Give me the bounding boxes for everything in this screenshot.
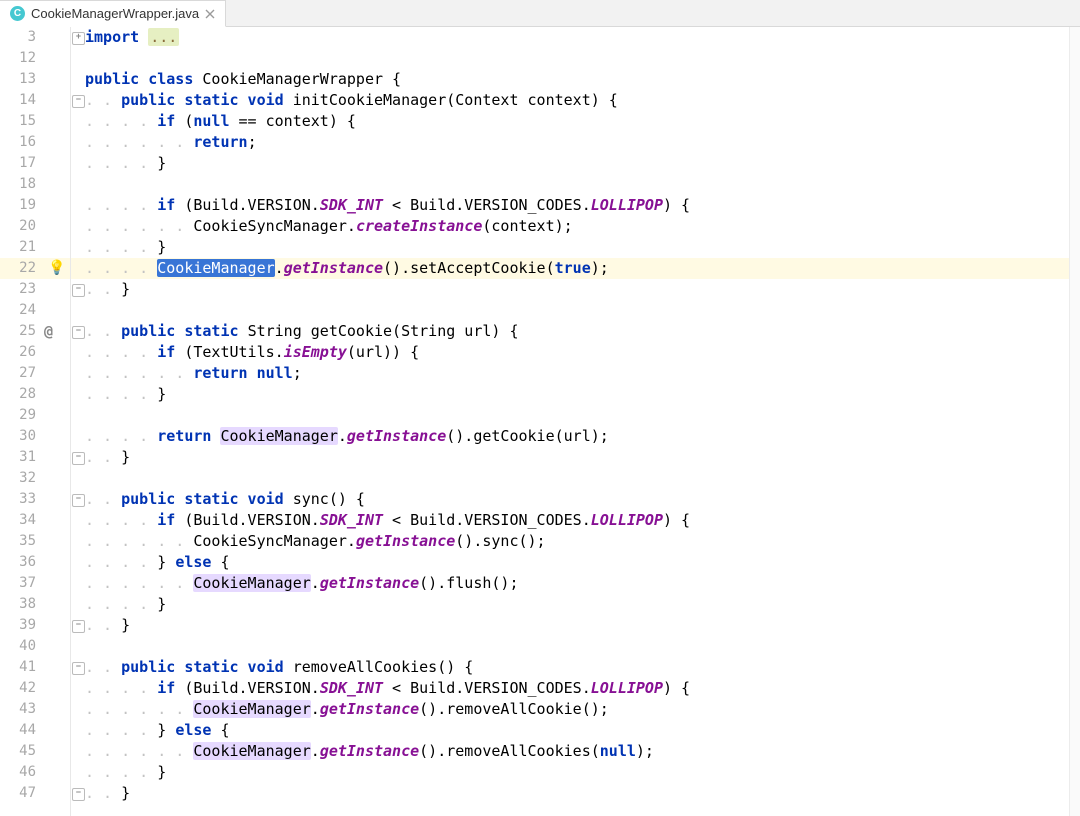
line-number[interactable]: 21 (0, 237, 42, 258)
line-number[interactable]: 12 (0, 48, 42, 69)
code-line[interactable] (85, 636, 1080, 657)
code-line[interactable]: . . . . if (null == context) { (85, 111, 1080, 132)
code-line[interactable]: . . . . if (TextUtils.isEmpty(url)) { (85, 342, 1080, 363)
code-line[interactable]: . . } (85, 279, 1080, 300)
code-line[interactable]: import ... (85, 27, 1080, 48)
code-line[interactable]: . . } (85, 615, 1080, 636)
line-number[interactable]: 17 (0, 153, 42, 174)
line-number[interactable]: 15 (0, 111, 42, 132)
code-line[interactable]: . . . . } (85, 153, 1080, 174)
line-number[interactable]: 18 (0, 174, 42, 195)
line-number[interactable]: 46 (0, 762, 42, 783)
gutter-icons: 💡@ (42, 27, 71, 816)
file-tab[interactable]: C CookieManagerWrapper.java (0, 0, 226, 27)
line-number[interactable]: 26 (0, 342, 42, 363)
line-number[interactable]: 28 (0, 384, 42, 405)
vertical-scrollbar[interactable] (1069, 27, 1080, 816)
collapse-fold-icon[interactable]: − (72, 284, 85, 297)
tab-filename: CookieManagerWrapper.java (31, 6, 199, 21)
line-number[interactable]: 35 (0, 531, 42, 552)
line-number[interactable]: 39 (0, 615, 42, 636)
code-line[interactable] (85, 48, 1080, 69)
code-line[interactable]: . . . . if (Build.VERSION.SDK_INT < Buil… (85, 195, 1080, 216)
code-line[interactable]: . . public static String getCookie(Strin… (85, 321, 1080, 342)
line-number[interactable]: 32 (0, 468, 42, 489)
code-line[interactable]: . . } (85, 447, 1080, 468)
code-area[interactable]: import ... public class CookieManagerWrap… (85, 27, 1080, 816)
collapse-fold-icon[interactable]: − (72, 620, 85, 633)
code-line[interactable]: . . . . . . CookieManager.getInstance().… (85, 741, 1080, 762)
code-line[interactable] (85, 468, 1080, 489)
line-number[interactable]: 40 (0, 636, 42, 657)
line-number[interactable]: 41 (0, 657, 42, 678)
code-line[interactable]: . . . . } (85, 762, 1080, 783)
line-number[interactable]: 42 (0, 678, 42, 699)
line-number[interactable]: 37 (0, 573, 42, 594)
collapse-fold-icon[interactable]: − (72, 95, 85, 108)
code-line[interactable]: . . } (85, 783, 1080, 804)
line-number[interactable]: 24 (0, 300, 42, 321)
code-line[interactable]: . . . . } else { (85, 552, 1080, 573)
code-line[interactable] (85, 174, 1080, 195)
code-line[interactable]: . . . . } (85, 594, 1080, 615)
code-line[interactable]: . . . . . . return; (85, 132, 1080, 153)
code-line[interactable]: . . . . if (Build.VERSION.SDK_INT < Buil… (85, 678, 1080, 699)
code-line[interactable]: . . . . . . CookieManager.getInstance().… (85, 573, 1080, 594)
close-tab-icon[interactable] (205, 9, 215, 19)
line-number[interactable]: 31 (0, 447, 42, 468)
line-number[interactable]: 27 (0, 363, 42, 384)
line-number[interactable]: 44 (0, 720, 42, 741)
collapse-fold-icon[interactable]: − (72, 494, 85, 507)
line-number-gutter[interactable]: 3121314151617181920212223242526272829303… (0, 27, 42, 816)
fold-column[interactable]: + − − − − − − − − (71, 27, 85, 816)
code-line[interactable]: . . . . } (85, 384, 1080, 405)
line-number[interactable]: 36 (0, 552, 42, 573)
line-number[interactable]: 30 (0, 426, 42, 447)
collapse-fold-icon[interactable]: − (72, 326, 85, 339)
collapse-fold-icon[interactable]: − (72, 788, 85, 801)
line-number[interactable]: 20 (0, 216, 42, 237)
code-line[interactable]: . . public static void removeAllCookies(… (85, 657, 1080, 678)
code-line[interactable]: . . public static void initCookieManager… (85, 90, 1080, 111)
code-line[interactable] (85, 300, 1080, 321)
collapse-fold-icon[interactable]: − (72, 452, 85, 465)
code-line[interactable]: . . . . CookieManager.getInstance().setA… (85, 258, 1080, 279)
line-number[interactable]: 23 (0, 279, 42, 300)
line-number[interactable]: 14 (0, 90, 42, 111)
line-number[interactable]: 13 (0, 69, 42, 90)
code-line[interactable]: . . . . } else { (85, 720, 1080, 741)
line-number[interactable]: 38 (0, 594, 42, 615)
code-line[interactable]: . . . . . . CookieSyncManager.getInstanc… (85, 531, 1080, 552)
line-number[interactable]: 19 (0, 195, 42, 216)
line-number[interactable]: 43 (0, 699, 42, 720)
line-number[interactable]: 25 (0, 321, 42, 342)
code-line[interactable]: . . . . } (85, 237, 1080, 258)
line-number[interactable]: 3 (0, 27, 42, 48)
line-number[interactable]: 47 (0, 783, 42, 804)
code-line[interactable]: public class CookieManagerWrapper { (85, 69, 1080, 90)
editor: 3121314151617181920212223242526272829303… (0, 27, 1080, 816)
code-line[interactable]: . . . . . . return null; (85, 363, 1080, 384)
expand-fold-icon[interactable]: + (72, 32, 85, 45)
line-number[interactable]: 33 (0, 489, 42, 510)
line-number[interactable]: 29 (0, 405, 42, 426)
code-line[interactable]: . . . . . . CookieManager.getInstance().… (85, 699, 1080, 720)
collapse-fold-icon[interactable]: − (72, 662, 85, 675)
line-number[interactable]: 16 (0, 132, 42, 153)
code-line[interactable]: . . public static void sync() { (85, 489, 1080, 510)
line-number[interactable]: 45 (0, 741, 42, 762)
code-line[interactable]: . . . . . . CookieSyncManager.createInst… (85, 216, 1080, 237)
code-line[interactable]: . . . . if (Build.VERSION.SDK_INT < Buil… (85, 510, 1080, 531)
tab-bar: C CookieManagerWrapper.java (0, 0, 1080, 27)
intention-bulb-icon[interactable]: 💡 (48, 258, 65, 279)
code-line[interactable]: . . . . return CookieManager.getInstance… (85, 426, 1080, 447)
code-line[interactable] (85, 405, 1080, 426)
annotation-gutter-icon[interactable]: @ (44, 321, 53, 342)
class-file-icon: C (10, 6, 25, 21)
line-number[interactable]: 22 (0, 258, 42, 279)
line-number[interactable]: 34 (0, 510, 42, 531)
